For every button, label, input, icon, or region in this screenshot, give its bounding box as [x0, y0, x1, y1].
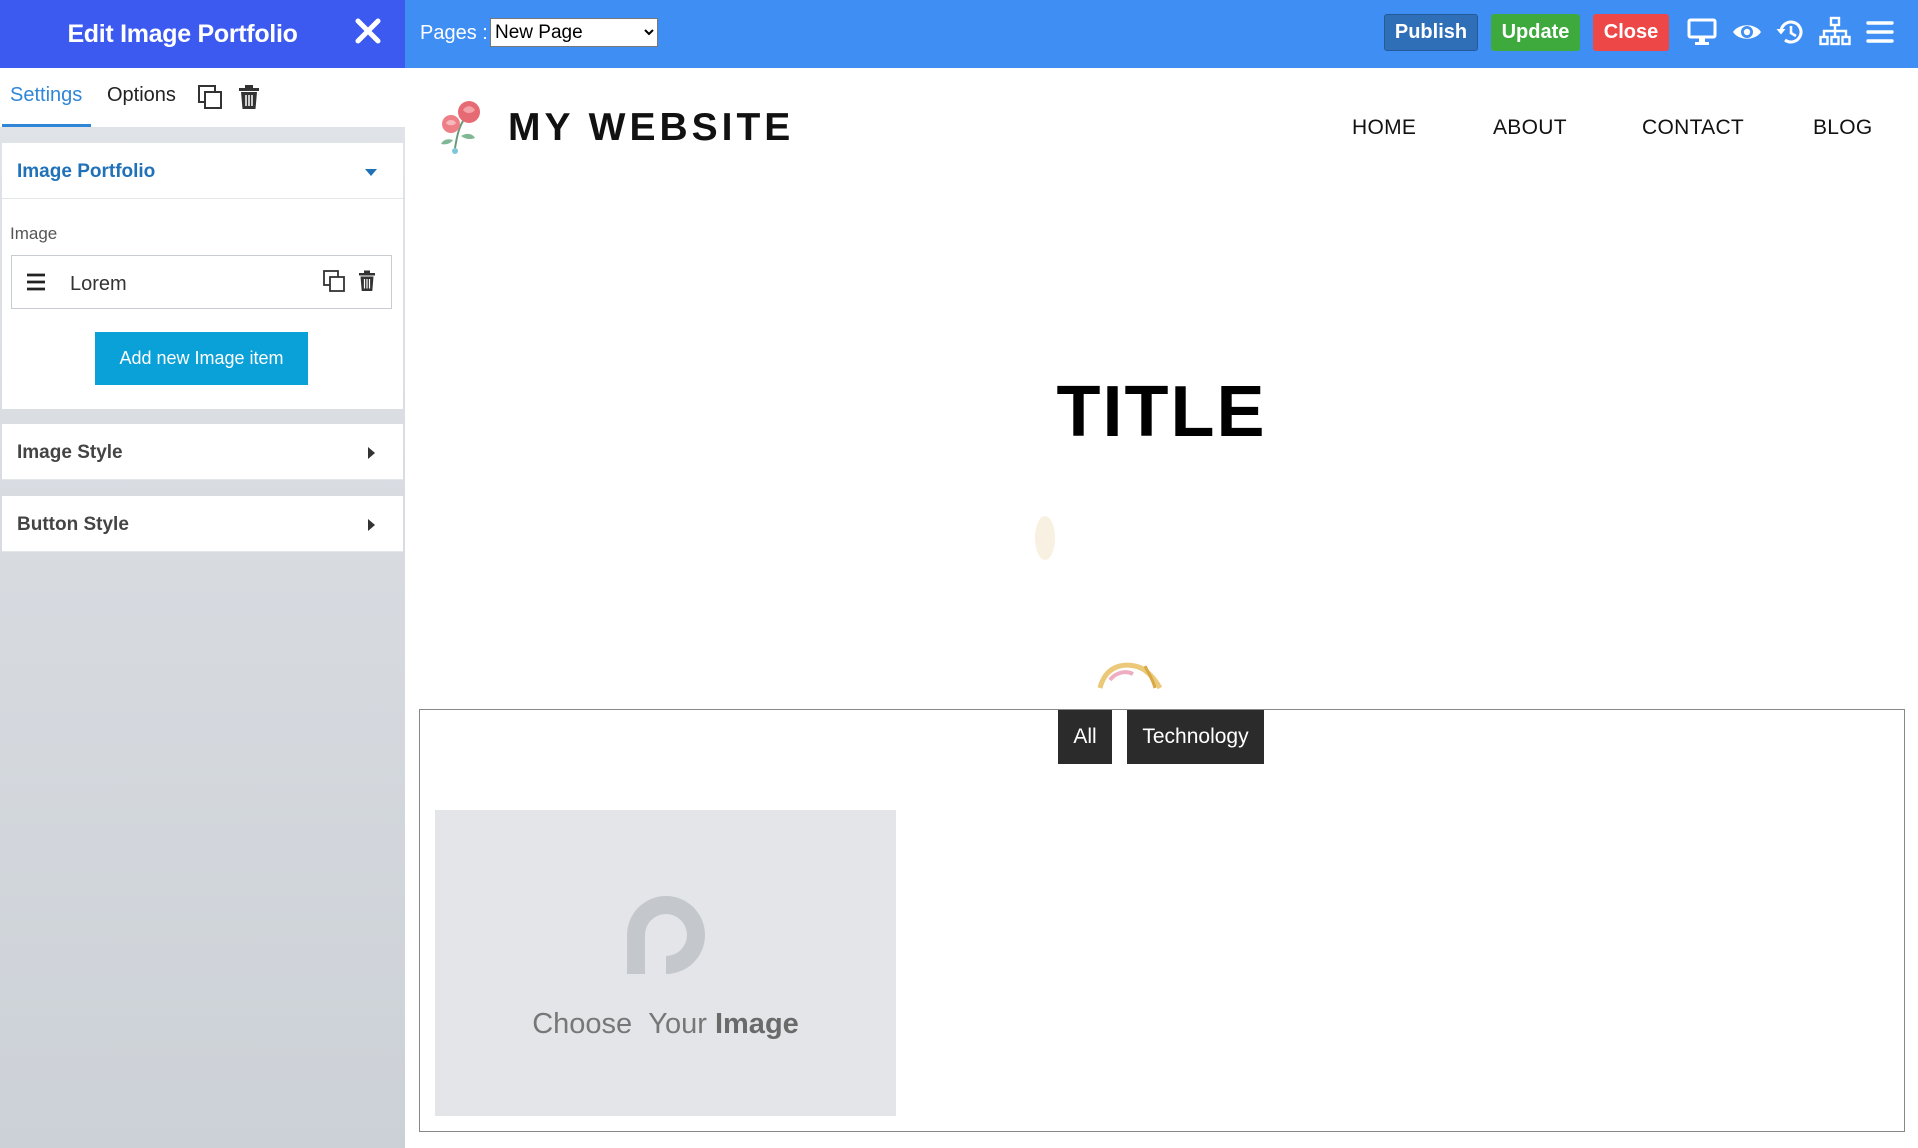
delete-item-icon[interactable] — [356, 269, 378, 293]
caret-right-icon — [368, 447, 375, 459]
pages-label: Pages : — [420, 22, 488, 44]
panel-header: Edit Image Portfolio — [0, 0, 405, 68]
site-name: MY WEBSITE — [508, 106, 795, 149]
add-image-item-button[interactable]: Add new Image item — [95, 332, 308, 385]
button-style-section[interactable]: Button Style — [2, 496, 403, 552]
rose-logo[interactable] — [435, 96, 493, 156]
nav-home[interactable]: HOME — [1352, 116, 1416, 140]
tab-settings[interactable]: Settings — [10, 84, 82, 107]
image-portfolio-section: Image Portfolio Image Lorem Add new Imag… — [2, 143, 403, 409]
section-label: Image Portfolio — [17, 161, 156, 182]
image-portfolio-widget[interactable]: All Technology Choose Your Image — [419, 709, 1905, 1132]
sitemap-icon[interactable] — [1819, 16, 1851, 48]
top-toolbar: Pages : New Page Publish Update Close — [405, 0, 1918, 68]
placeholder-word: Image — [714, 1008, 799, 1040]
image-style-section[interactable]: Image Style — [2, 424, 403, 480]
publish-button[interactable]: Publish — [1384, 14, 1478, 51]
placeholder-logo-icon — [627, 896, 705, 974]
active-tab-indicator — [2, 124, 91, 127]
placeholder-word: Choose — [532, 1008, 633, 1040]
duplicate-item-icon[interactable] — [322, 269, 346, 293]
button-style-header[interactable]: Button Style — [2, 496, 403, 552]
panel-tabs: Settings Options — [0, 68, 405, 128]
tab-options[interactable]: Options — [107, 84, 176, 107]
eye-icon[interactable] — [1731, 16, 1763, 48]
image-style-header[interactable]: Image Style — [2, 424, 403, 480]
section-label: Image Style — [17, 442, 123, 463]
image-list-item[interactable]: Lorem — [11, 255, 392, 309]
placeholder-word: Your — [648, 1008, 707, 1040]
drag-handle-icon[interactable] — [24, 270, 48, 294]
update-button[interactable]: Update — [1491, 14, 1580, 51]
menu-icon[interactable] — [1864, 16, 1896, 48]
hero-title: TITLE — [1056, 372, 1267, 452]
filter-technology-button[interactable]: Technology — [1127, 710, 1264, 764]
close-button[interactable]: Close — [1593, 14, 1669, 51]
history-icon[interactable] — [1775, 16, 1807, 48]
desktop-icon[interactable] — [1686, 16, 1718, 48]
nav-contact[interactable]: CONTACT — [1642, 116, 1744, 140]
section-label: Button Style — [17, 514, 129, 535]
nav-blog[interactable]: BLOG — [1813, 116, 1873, 140]
caret-down-icon — [365, 169, 377, 176]
panel-title: Edit Image Portfolio — [67, 20, 298, 48]
page-canvas: MY WEBSITE HOME ABOUT CONTACT BLOG TITLE… — [405, 68, 1918, 1148]
image-portfolio-header[interactable]: Image Portfolio — [2, 143, 403, 199]
placeholder-text: Choose Your Image — [435, 1008, 896, 1041]
pages-dropdown[interactable]: New Page — [490, 18, 658, 47]
filter-all-button[interactable]: All — [1058, 710, 1112, 764]
image-field-label: Image — [10, 224, 58, 243]
duplicate-icon[interactable] — [196, 83, 224, 111]
nav-about[interactable]: ABOUT — [1493, 116, 1567, 140]
caret-right-icon — [368, 519, 375, 531]
image-placeholder[interactable]: Choose Your Image — [435, 810, 896, 1116]
trash-icon[interactable] — [235, 83, 263, 111]
close-panel-icon[interactable] — [349, 12, 387, 50]
image-item-label: Lorem — [70, 273, 127, 295]
edit-panel: Edit Image Portfolio Settings Options Im… — [0, 0, 405, 1148]
decorative-flower-image — [1035, 516, 1163, 690]
